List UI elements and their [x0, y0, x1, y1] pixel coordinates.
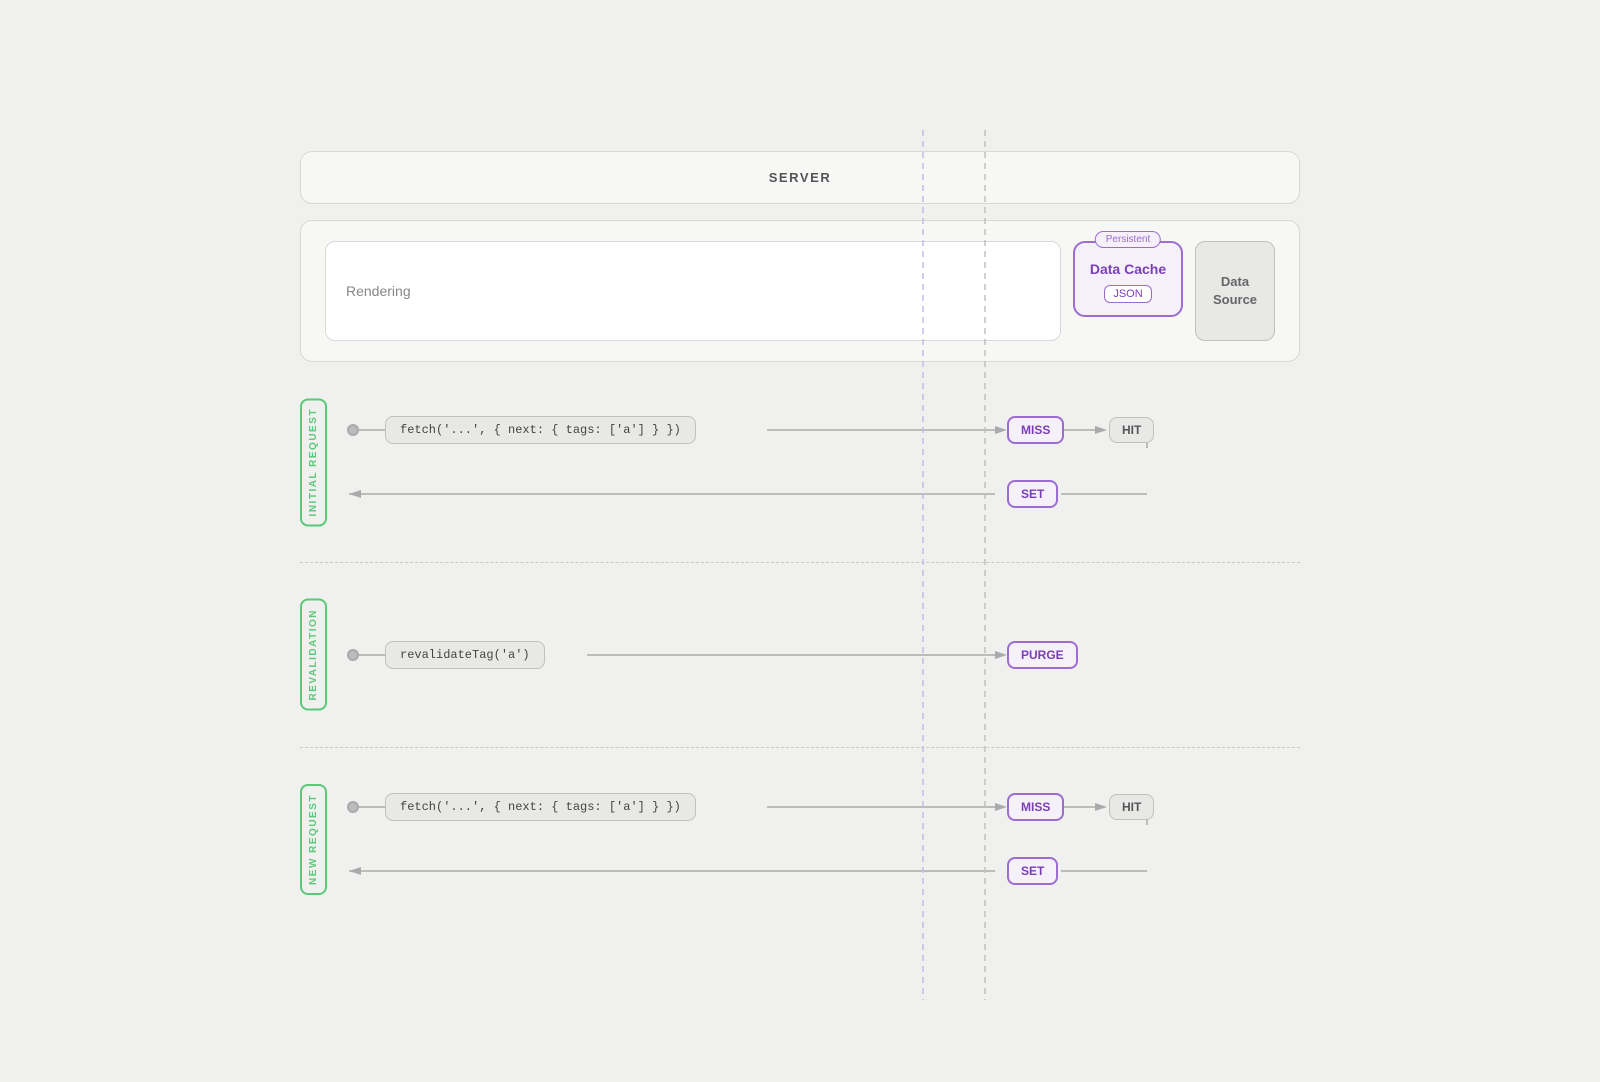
initial-request-section: INITIAL REQUEST — [300, 362, 1300, 563]
hit-badge-1: HIT — [1109, 421, 1154, 439]
initial-fetch-row: fetch('...', { next: { tags: ['a'] } }) … — [347, 412, 1300, 448]
miss-badge-2: MISS — [1007, 798, 1064, 816]
server-box: SERVER — [300, 151, 1300, 204]
revalidate-code-pill: revalidateTag('a') — [385, 641, 545, 669]
initial-request-content: fetch('...', { next: { tags: ['a'] } }) … — [347, 412, 1300, 512]
initial-set-row: SET — [347, 476, 1300, 512]
new-request-content: fetch('...', { next: { tags: ['a'] } }) … — [347, 789, 1300, 889]
revalidation-content: revalidateTag('a') PURGE — [347, 637, 1300, 673]
fetch-code-pill-2: fetch('...', { next: { tags: ['a'] } }) — [385, 793, 696, 821]
set-arrow-svg-2 — [347, 853, 1300, 889]
hit-badge-2: HIT — [1109, 798, 1154, 816]
data-cache-title: Data Cache — [1090, 261, 1166, 277]
miss-badge-1: MISS — [1007, 421, 1064, 439]
set-arrow-svg-1 — [347, 476, 1300, 512]
new-set-row: SET — [347, 853, 1300, 889]
revalidation-label: REVALIDATION — [300, 599, 327, 711]
server-title: SERVER — [769, 170, 832, 185]
json-badge: JSON — [1104, 285, 1151, 303]
server-inner-panel: Rendering Persistent Data Cache JSON Dat… — [300, 220, 1300, 362]
new-request-section: NEW REQUEST — [300, 748, 1300, 931]
rendering-box: Rendering — [325, 241, 1061, 341]
new-fetch-row: fetch('...', { next: { tags: ['a'] } }) … — [347, 789, 1300, 825]
revalidation-section: REVALIDATION revalidateTag('a') — [300, 563, 1300, 748]
persistent-badge: Persistent — [1095, 231, 1161, 248]
initial-request-label-wrap: INITIAL REQUEST — [300, 398, 327, 526]
fetch-code-pill-1: fetch('...', { next: { tags: ['a'] } }) — [385, 416, 696, 444]
data-cache-box: Persistent Data Cache JSON — [1073, 241, 1183, 317]
rendering-label: Rendering — [346, 283, 411, 299]
new-request-label: NEW REQUEST — [300, 784, 327, 895]
revalidate-row: revalidateTag('a') PURGE — [347, 637, 1300, 673]
data-source-box: DataSource — [1195, 241, 1275, 341]
set-badge-1: SET — [1007, 485, 1058, 503]
new-request-label-wrap: NEW REQUEST — [300, 784, 327, 895]
set-badge-2: SET — [1007, 862, 1058, 880]
purge-badge: PURGE — [1007, 646, 1078, 664]
revalidation-label-wrap: REVALIDATION — [300, 599, 327, 711]
initial-request-label: INITIAL REQUEST — [300, 398, 327, 526]
